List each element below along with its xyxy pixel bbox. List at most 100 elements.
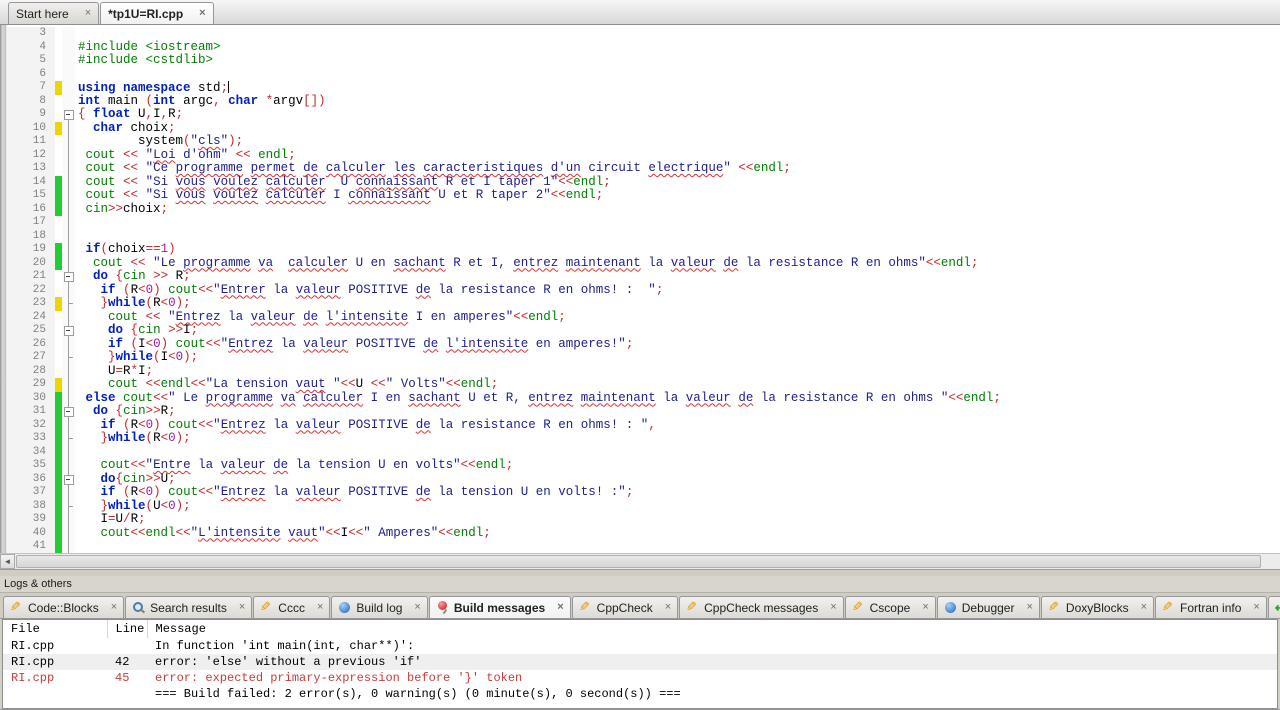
code-line[interactable]: 40 cout<<endl<<"L'intensite vaut"<<I<<" … [7, 526, 1280, 541]
code-text[interactable]: if (I<0) cout<<"Entrez la valeur POSITIV… [75, 337, 1280, 352]
code-line[interactable]: 20 cout << "Le programme va calculer U e… [7, 256, 1280, 271]
code-text[interactable]: cout << "Entrez la valeur de l'intensite… [75, 310, 1280, 325]
code-text[interactable]: do{cin>>U; [75, 472, 1280, 487]
code-line[interactable]: 7 using namespace std; [7, 81, 1280, 95]
code-text[interactable]: U=R*I; [75, 364, 1280, 379]
code-text[interactable]: cout << "Si vous voulez calculer I conna… [75, 188, 1280, 203]
code-text[interactable]: cout<<"Entre la valeur de la tension U e… [75, 458, 1280, 473]
close-icon[interactable]: × [111, 602, 117, 613]
code-text[interactable]: I=U/R; [75, 512, 1280, 527]
code-line[interactable]: 27 }while(I<0); [7, 350, 1280, 365]
code-line[interactable]: 3 [7, 27, 1280, 41]
code-line[interactable]: 41 [7, 540, 1280, 553]
code-line[interactable]: 16 cin>>choix; [7, 202, 1280, 216]
code-text[interactable]: cout << "Loi d'ohm" << endl; [75, 148, 1280, 163]
code-line[interactable]: 26 if (I<0) cout<<"Entrez la valeur POSI… [7, 337, 1280, 352]
close-icon[interactable]: × [557, 602, 563, 613]
code-text[interactable]: if (R<0) cout<<"Entrer la valeur POSITIV… [75, 283, 1280, 298]
code-text[interactable]: cout << "Ce programme permet de calculer… [75, 161, 1280, 176]
log-tab[interactable]: Fortran info × [1155, 596, 1267, 618]
close-icon[interactable]: × [85, 8, 91, 19]
horizontal-scrollbar[interactable]: ◄ [0, 553, 1280, 569]
close-icon[interactable]: × [317, 602, 323, 613]
log-tab[interactable]: Closed files list× [1267, 596, 1280, 618]
code-text[interactable]: { float U,I,R; [75, 107, 1280, 122]
code-line[interactable]: 9 { float U,I,R; [7, 107, 1280, 122]
code-line[interactable]: 28 U=R*I; [7, 364, 1280, 379]
close-icon[interactable]: × [414, 602, 420, 613]
close-icon[interactable]: × [1026, 602, 1032, 613]
close-icon[interactable]: × [922, 602, 928, 613]
editor-tab[interactable]: Start here × [8, 2, 100, 24]
log-tab[interactable]: Build log × [331, 596, 428, 618]
code-text[interactable] [75, 446, 1280, 460]
code-text[interactable]: do {cin >> R; [75, 269, 1280, 284]
code-text[interactable]: else cout<<" Le programme va calculer I … [75, 391, 1280, 406]
fold-toggle[interactable] [62, 472, 75, 486]
code-line[interactable]: 11 system("cls"); [7, 134, 1280, 149]
code-line[interactable]: 4 #include <iostream> [7, 40, 1280, 55]
code-line[interactable]: 34 [7, 445, 1280, 460]
close-icon[interactable]: × [199, 8, 205, 19]
code-text[interactable]: if(choix==1) [75, 242, 1280, 257]
code-text[interactable]: cout << "Si vous voulez calculer U conna… [75, 175, 1280, 190]
code-line[interactable]: 29 cout <<endl<<"La tension vaut "<<U <<… [7, 377, 1280, 392]
close-icon[interactable]: × [1141, 602, 1147, 613]
code-text[interactable]: using namespace std; [75, 81, 1280, 95]
code-text[interactable]: cout<<endl<<"L'intensite vaut"<<I<<" Amp… [75, 526, 1280, 541]
code-text[interactable]: }while(U<0); [75, 499, 1280, 514]
code-line[interactable]: 39 I=U/R; [7, 512, 1280, 527]
code-line[interactable]: 22 if (R<0) cout<<"Entrer la valeur POSI… [7, 283, 1280, 298]
fold-minus-icon[interactable] [64, 110, 74, 120]
code-line[interactable]: 23 }while(R<0); [7, 296, 1280, 311]
scroll-left-button[interactable]: ◄ [0, 554, 15, 569]
code-text[interactable]: cout << "Le programme va calculer U en s… [75, 256, 1280, 271]
code-line[interactable]: 30 else cout<<" Le programme va calculer… [7, 391, 1280, 406]
log-tab[interactable]: Cscope × [844, 596, 936, 618]
code-line[interactable]: 24 cout << "Entrez la valeur de l'intens… [7, 310, 1280, 325]
code-text[interactable] [75, 68, 1280, 82]
code-line[interactable]: 10 char choix; [7, 121, 1280, 135]
code-line[interactable]: 38 }while(U<0); [7, 499, 1280, 514]
fold-toggle[interactable] [62, 270, 75, 284]
fold-minus-icon[interactable] [64, 474, 74, 485]
log-tab[interactable]: DoxyBlocks × [1040, 596, 1155, 618]
code-text[interactable] [75, 216, 1280, 230]
message-row[interactable]: RI.cpp 45 error: expected primary-expressi… [3, 670, 1277, 686]
log-tab[interactable]: Cccc × [253, 596, 331, 618]
code-line[interactable]: 37 if (R<0) cout<<"Entrez la valeur POSI… [7, 485, 1280, 500]
message-row[interactable]: === Build failed: 2 error(s), 0 warning(… [3, 686, 1277, 702]
log-tab[interactable]: Debugger × [936, 596, 1040, 618]
code-line[interactable]: 31 do {cin>>R; [7, 404, 1280, 419]
code-text[interactable]: cout <<endl<<"La tension vaut "<<U <<" V… [75, 377, 1280, 392]
panel-divider[interactable] [0, 569, 1280, 576]
code-text[interactable]: if (R<0) cout<<"Entrez la valeur POSITIV… [75, 485, 1280, 500]
code-line[interactable]: 15 cout << "Si vous voulez calculer I co… [7, 188, 1280, 203]
message-row[interactable]: RI.cpp 42 error: 'else' without a previous… [3, 654, 1277, 670]
code-text[interactable]: if (R<0) cout<<"Entrez la valeur POSITIV… [75, 418, 1280, 433]
code-text[interactable] [75, 230, 1280, 244]
code-line[interactable]: 33 }while(R<0); [7, 431, 1280, 446]
log-tab[interactable]: CppCheck messages × [679, 596, 844, 618]
code-text[interactable]: #include <iostream> [75, 40, 1280, 55]
code-line[interactable]: 12 cout << "Loi d'ohm" << endl; [7, 148, 1280, 163]
message-row[interactable]: RI.cpp In function 'int main(int, char**)… [3, 638, 1277, 654]
fold-minus-icon[interactable] [64, 326, 74, 336]
editor-tab[interactable]: *tp1U=RI.cpp × [100, 2, 214, 24]
code-area[interactable]: 3 4 #include <iostream> 5 #include <cstdlib>… [7, 25, 1280, 553]
code-editor[interactable]: 3 4 #include <iostream> 5 #include <cstdlib>… [0, 25, 1280, 553]
fold-toggle[interactable] [62, 108, 75, 122]
fold-minus-icon[interactable] [64, 272, 74, 282]
code-line[interactable]: 18 [7, 229, 1280, 244]
code-text[interactable]: }while(I<0); [75, 350, 1280, 365]
log-tab[interactable]: Build messages × [428, 596, 571, 618]
code-line[interactable]: 14 cout << "Si vous voulez calculer U co… [7, 175, 1280, 190]
code-line[interactable]: 25 do {cin >>I; [7, 323, 1280, 338]
log-tab[interactable]: CppCheck × [571, 596, 679, 618]
code-line[interactable]: 21 do {cin >> R; [7, 269, 1280, 284]
code-text[interactable]: do {cin >>I; [75, 323, 1280, 338]
close-icon[interactable]: × [830, 602, 836, 613]
scrollbar-thumb[interactable] [16, 555, 1261, 568]
close-icon[interactable]: × [665, 602, 671, 613]
code-text[interactable] [75, 27, 1280, 41]
